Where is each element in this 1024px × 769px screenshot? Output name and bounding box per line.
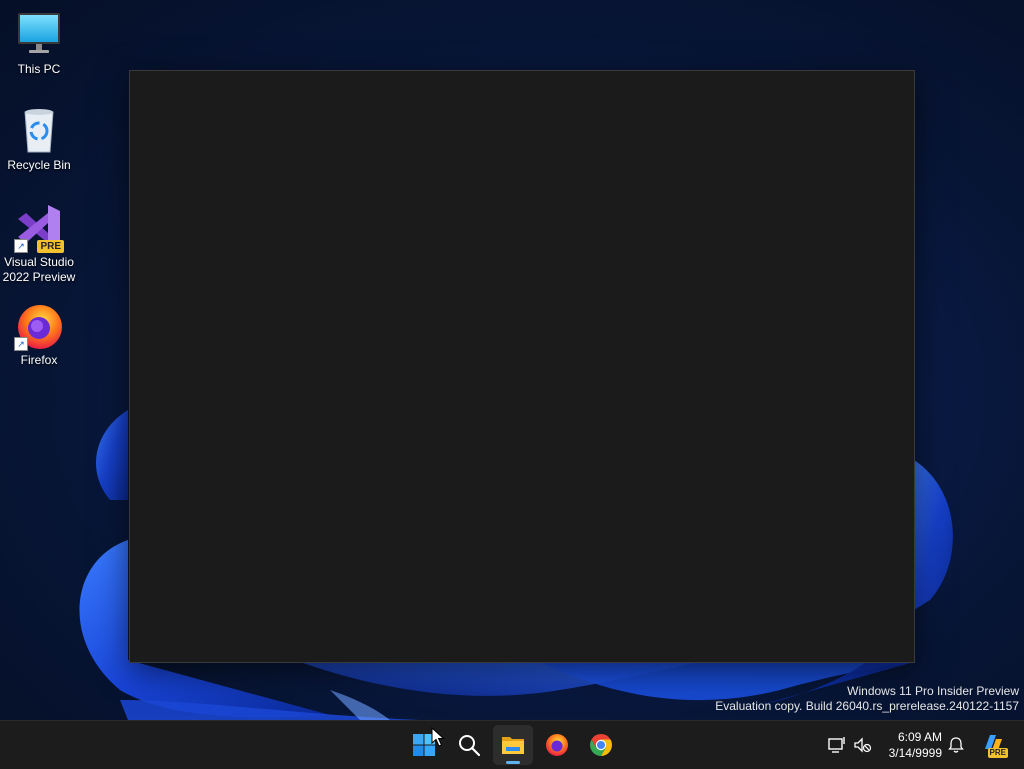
firefox-icon: ↗ bbox=[14, 301, 64, 351]
clock-date: 3/14/9999 bbox=[888, 746, 942, 760]
desktop-icon-label-line2: 2022 Preview bbox=[2, 270, 76, 284]
search-icon bbox=[459, 735, 481, 757]
clock[interactable]: 6:09 AM 3/14/9999 bbox=[876, 729, 942, 761]
firefox-icon bbox=[546, 734, 568, 756]
preview-badge: PRE bbox=[37, 240, 64, 253]
folder-icon bbox=[502, 737, 524, 754]
shortcut-arrow-icon: ↗ bbox=[14, 337, 28, 351]
desktop-icon-firefox[interactable]: ↗ Firefox bbox=[2, 301, 76, 368]
active-indicator bbox=[506, 761, 520, 764]
taskbar: 6:09 AM 3/14/9999 PRE bbox=[0, 720, 1024, 769]
desktop: This PC Recycle Bin PRE ↗ Visual Studio … bbox=[0, 0, 1024, 720]
monitor-icon bbox=[14, 10, 64, 60]
volume-muted-icon[interactable] bbox=[852, 735, 872, 755]
visual-studio-icon: PRE ↗ bbox=[14, 203, 64, 253]
desktop-icon-recycle-bin[interactable]: Recycle Bin bbox=[2, 106, 76, 173]
notification-bell-icon[interactable] bbox=[946, 735, 966, 755]
build-watermark: Windows 11 Pro Insider Preview Evaluatio… bbox=[715, 684, 1019, 714]
watermark-edition: Windows 11 Pro Insider Preview bbox=[847, 684, 1019, 698]
copilot-button[interactable]: PRE bbox=[980, 731, 1008, 758]
firefox-taskbar-button[interactable] bbox=[537, 725, 577, 765]
file-explorer-button[interactable] bbox=[493, 725, 533, 765]
chrome-icon bbox=[590, 734, 612, 756]
desktop-icon-label: Visual Studio 2022 Preview bbox=[2, 255, 76, 285]
desktop-icon-label: Recycle Bin bbox=[7, 158, 71, 172]
mouse-cursor-icon bbox=[431, 727, 445, 747]
desktop-icon-label: Firefox bbox=[20, 353, 58, 367]
network-icon[interactable] bbox=[827, 735, 847, 755]
search-button[interactable] bbox=[449, 725, 489, 765]
desktop-icon-label-line1: Visual Studio bbox=[4, 255, 74, 269]
copilot-preview-badge: PRE bbox=[987, 748, 1008, 758]
chrome-taskbar-button[interactable] bbox=[581, 725, 621, 765]
shortcut-arrow-icon: ↗ bbox=[14, 239, 28, 253]
desktop-icon-this-pc[interactable]: This PC bbox=[2, 10, 76, 77]
desktop-icon-label: This PC bbox=[17, 62, 61, 76]
recycle-bin-icon bbox=[14, 106, 64, 156]
watermark-build: Evaluation copy. Build 26040.rs_prerelea… bbox=[715, 699, 1019, 713]
blank-window[interactable] bbox=[129, 70, 915, 663]
clock-time: 6:09 AM bbox=[897, 730, 942, 744]
desktop-icon-visual-studio[interactable]: PRE ↗ Visual Studio 2022 Preview bbox=[2, 203, 76, 285]
